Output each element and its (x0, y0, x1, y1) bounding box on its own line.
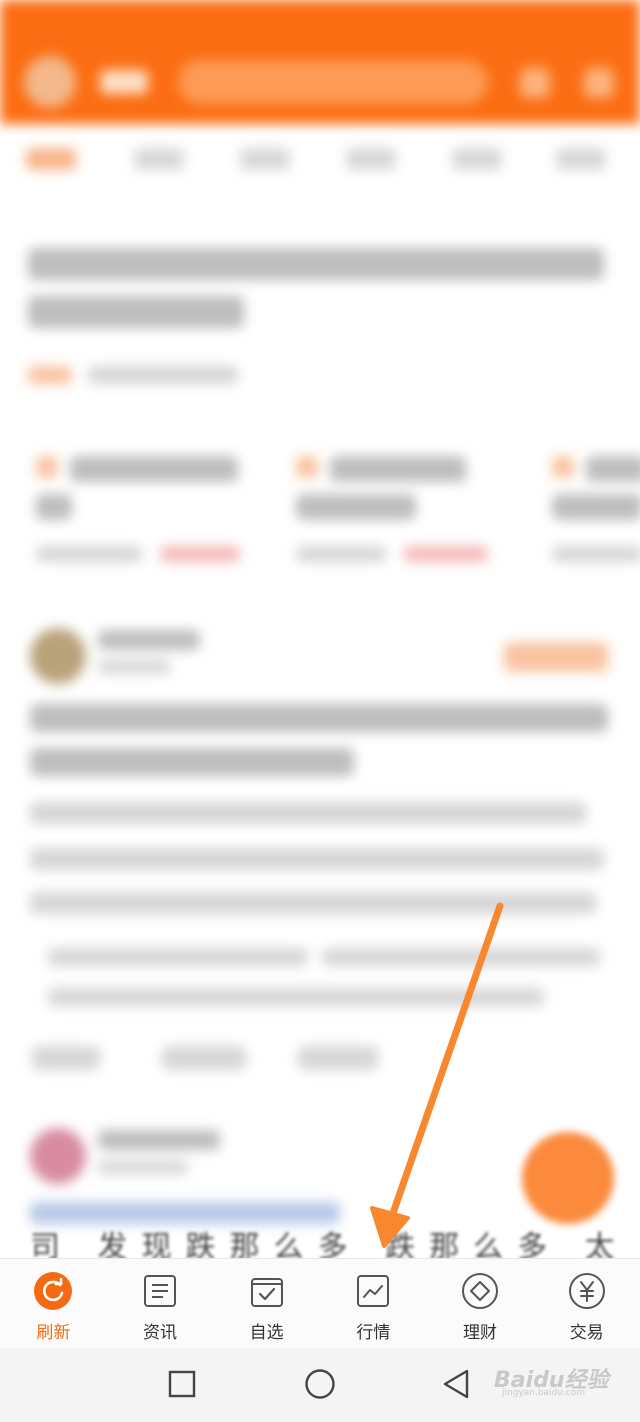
post-1-comment[interactable] (162, 1046, 246, 1070)
blurred-app-content (0, 0, 640, 1262)
nav-news[interactable]: 资讯 (107, 1259, 214, 1349)
card-3-badge (552, 456, 574, 478)
trade-yuan-icon (568, 1272, 606, 1310)
headline-line-2[interactable] (28, 296, 244, 328)
recent-apps-button[interactable] (164, 1366, 200, 1402)
back-button[interactable] (438, 1366, 474, 1402)
card-2-title-1[interactable] (330, 456, 466, 482)
nav-wealth-label: 理财 (463, 1323, 498, 1343)
nav-refresh-label: 刷新 (36, 1323, 71, 1343)
triangle-back-icon (443, 1369, 469, 1399)
card-2-badge (296, 456, 318, 478)
tab-3[interactable] (240, 148, 290, 170)
tab-4[interactable] (346, 148, 396, 170)
card-3-title-1[interactable] (586, 456, 640, 482)
headline-meta (88, 366, 238, 384)
tab-2[interactable] (134, 148, 184, 170)
nav-refresh[interactable]: 刷新 (0, 1259, 107, 1349)
tab-5[interactable] (452, 148, 502, 170)
news-icon (141, 1272, 179, 1310)
search-input[interactable] (178, 60, 488, 104)
bottom-nav-bar: 刷新 资讯 自选 行情 理财 交易 (0, 1258, 640, 1349)
post-1-body-1 (30, 802, 586, 824)
post-1-quote-2 (322, 948, 600, 966)
category-tabs (0, 124, 640, 194)
watermark-sub: jingyan.baidu.com (502, 1388, 586, 1398)
avatar[interactable] (24, 56, 76, 108)
post-1-share[interactable] (32, 1046, 100, 1070)
nav-market[interactable]: 行情 (320, 1259, 427, 1349)
post-2-avatar[interactable] (30, 1128, 86, 1184)
card-2-change (404, 546, 488, 562)
post-1-body-2 (30, 848, 604, 870)
wealth-diamond-icon (461, 1272, 499, 1310)
card-1-title-2[interactable] (36, 494, 72, 520)
tab-1[interactable] (26, 148, 76, 170)
nav-market-label: 行情 (356, 1323, 391, 1343)
post-1-title-2[interactable] (30, 748, 354, 776)
nav-watchlist-label: 自选 (249, 1323, 284, 1343)
post-1-quote-3 (48, 988, 544, 1006)
market-chart-icon (354, 1272, 392, 1310)
circle-icon (305, 1369, 335, 1399)
nav-trade[interactable]: 交易 (533, 1259, 640, 1349)
message-icon[interactable] (520, 68, 550, 98)
post-1-body-3 (30, 892, 596, 914)
post-1-avatar[interactable] (30, 628, 86, 684)
post-1-like[interactable] (298, 1046, 378, 1070)
watchlist-icon (248, 1272, 286, 1310)
follow-button[interactable] (504, 642, 608, 672)
card-3-title-2[interactable] (552, 494, 640, 520)
post-1-author[interactable] (98, 630, 200, 650)
headline-line-1[interactable] (28, 248, 604, 280)
compose-fab-button[interactable] (522, 1132, 614, 1224)
card-3-meta (552, 546, 640, 562)
home-button[interactable] (302, 1366, 338, 1402)
post-2-time (98, 1160, 188, 1174)
app-header (0, 46, 640, 124)
nav-watchlist[interactable]: 自选 (213, 1259, 320, 1349)
post-2-author[interactable] (98, 1130, 220, 1150)
baidu-jingyan-watermark: Baidu经验 jingyan.baidu.com (490, 1354, 630, 1398)
post-1-time (98, 660, 170, 674)
post-1-quote-1 (48, 948, 308, 966)
card-2-title-2[interactable] (296, 494, 416, 520)
header-title (100, 70, 148, 94)
card-1-meta (36, 546, 142, 562)
post-1-title-1[interactable] (30, 704, 608, 732)
card-1-badge (36, 456, 58, 478)
refresh-icon (34, 1272, 73, 1310)
card-2-meta (296, 546, 386, 562)
post-2-link[interactable] (30, 1202, 340, 1224)
nav-trade-label: 交易 (569, 1323, 604, 1343)
card-1-change (160, 546, 240, 562)
nav-news-label: 资讯 (143, 1323, 177, 1343)
add-icon[interactable] (584, 68, 614, 98)
status-bar (0, 0, 640, 46)
square-icon (168, 1370, 196, 1398)
nav-wealth[interactable]: 理财 (427, 1259, 534, 1349)
card-1-title-1[interactable] (70, 456, 238, 482)
headline-tag (28, 366, 72, 384)
tab-6[interactable] (556, 148, 606, 170)
